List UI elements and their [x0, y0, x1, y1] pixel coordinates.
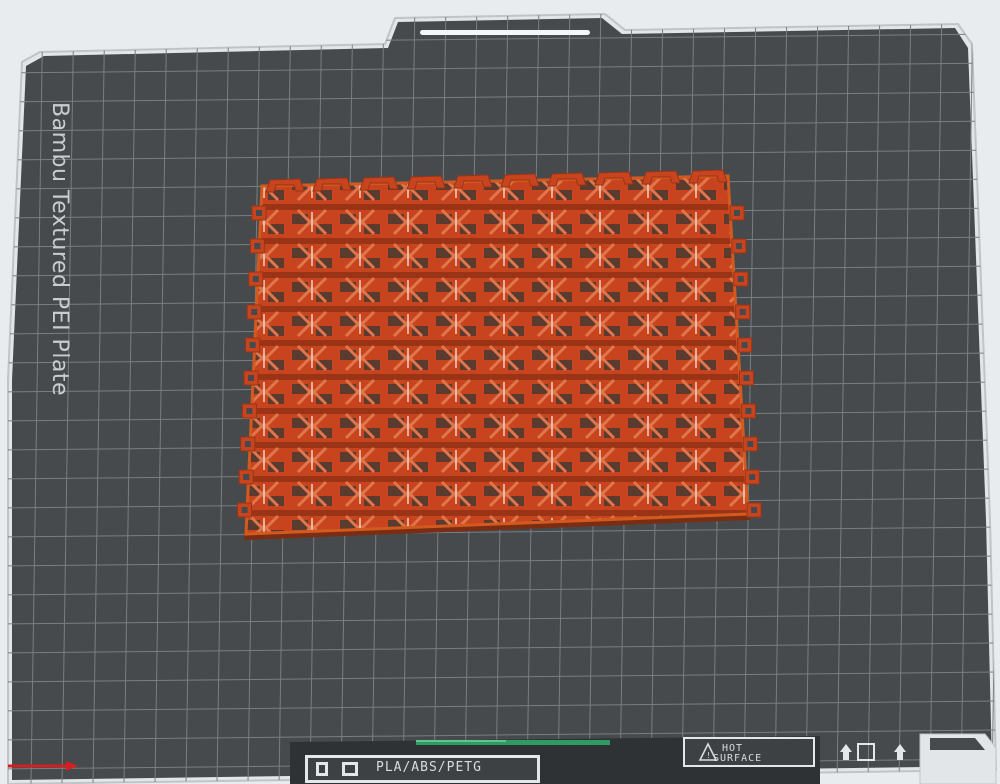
- model-tab-right-hole: [749, 474, 756, 480]
- svg-text:!: !: [707, 751, 710, 760]
- model-tab-left-hole: [256, 210, 262, 216]
- hot-surface-label-line2: SURFACE: [713, 753, 763, 764]
- model-tab-right-hole: [751, 507, 758, 513]
- plate-handle-slot: [420, 30, 590, 35]
- model-tab-right-hole: [741, 342, 748, 348]
- alignment-strip-highlight: [416, 740, 506, 742]
- model-tab-right-hole: [737, 276, 744, 282]
- model-tab-left-hole: [241, 507, 248, 513]
- material-label: PLA/ABS/PETG: [376, 760, 482, 775]
- model-mesh: [244, 174, 750, 536]
- plate-icon: [316, 762, 328, 776]
- model-tab-right-hole: [734, 210, 740, 216]
- model-tab-left-hole: [252, 276, 259, 282]
- model-tab-right-hole: [735, 243, 742, 249]
- model-tab-right-hole: [739, 309, 746, 315]
- printed-model[interactable]: [237, 169, 762, 540]
- build-plate-svg: !: [7, 12, 998, 784]
- model-tab-left-hole: [244, 441, 251, 447]
- model-tab-left-hole: [249, 342, 256, 348]
- model-tab-left-hole: [243, 474, 250, 480]
- model-tab-right-hole: [745, 408, 752, 414]
- model-tab-left-hole: [246, 408, 253, 414]
- model-tab-left-hole: [248, 375, 254, 381]
- model-tab-right-hole: [747, 441, 754, 447]
- model-tab-left-hole: [254, 243, 261, 249]
- 3d-viewport[interactable]: ! Bambu Textured PEI Plate PLA/ABS/PETG …: [0, 0, 1000, 784]
- plate-title: Bambu Textured PEI Plate: [47, 102, 72, 397]
- model-tab-right-hole: [743, 375, 750, 381]
- model-tab-left-hole: [251, 309, 258, 315]
- nozzle-icon: [342, 762, 358, 776]
